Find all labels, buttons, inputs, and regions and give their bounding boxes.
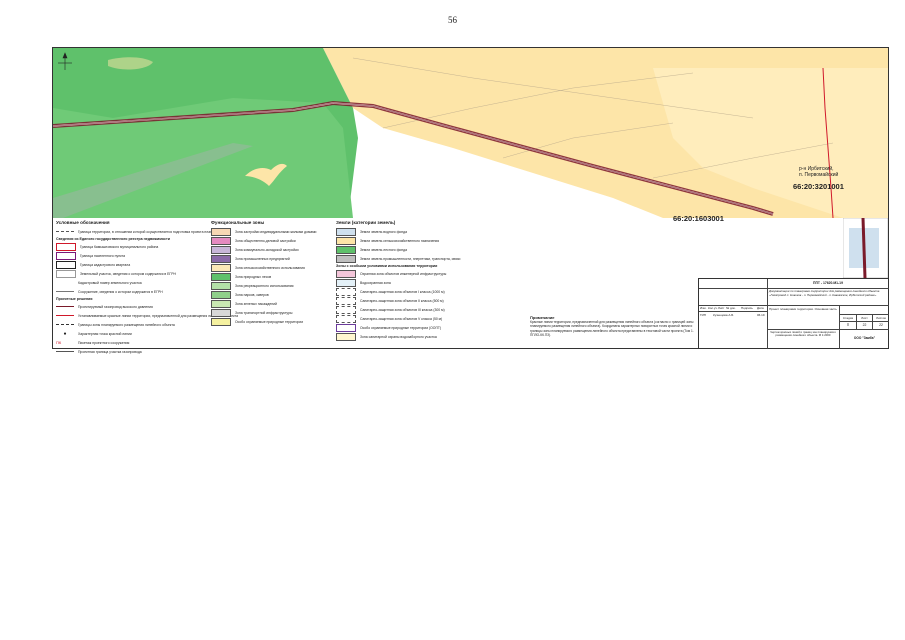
legend-sub-project: Проектные решения [56, 297, 93, 301]
title-block: ППТ - 17620.М1-19 Документация по планир… [698, 278, 889, 349]
legend-item: Зона сельскохозяйственного использования [211, 263, 331, 272]
legend-item: Зона коммунально-складской застройки [211, 245, 331, 254]
locality-label: р-н Ирбитский, п. Первомайский [799, 166, 838, 178]
company-name: ООО "Замба" [853, 336, 876, 340]
legend-item: Граница кадастрового квартала [56, 260, 206, 269]
legend-item: ПК Пикетаж проектного сооружения [56, 339, 130, 345]
legend-item: Санитарно-защитная зона объектов III кла… [336, 305, 526, 314]
legend-item: Зона промышленных предприятий [211, 254, 331, 263]
legend-item: Зона природных лесов [211, 272, 331, 281]
legend-item: Зона рекреационного использования [211, 281, 331, 290]
legend-item: Граница территории, в отношении которой … [56, 227, 223, 236]
legend-col-3: Земли (категории земель) Земли земель во… [336, 220, 526, 341]
legend-item: Земли земель сельскохозяйственного назна… [336, 236, 526, 245]
legend-zones-head: Функциональные зоны [211, 220, 265, 225]
header-doc: № док. [726, 306, 736, 310]
gip-label: ГИП [700, 313, 706, 317]
legend-item: Зона застройки индивидуальными жилыми до… [211, 227, 331, 236]
drawing-sheet: 66:20:1603001 66:20:3201001 р-н Ирбитски… [52, 47, 889, 354]
stage-header: Стадия [842, 316, 854, 320]
header-date: Дата [757, 306, 764, 310]
legend-item: Зона парков, скверов [211, 290, 331, 299]
legend-item: Кадастровый номер земельного участка [78, 280, 142, 285]
header-list: Лист [718, 306, 725, 310]
detail-inset [843, 218, 888, 278]
sheets-value: 22 [879, 323, 883, 327]
project-name: Документация по планировке территории дл… [769, 289, 880, 297]
sheet-header: Лист [861, 316, 868, 320]
legend-item: Граница Камышловского муниципального рай… [56, 242, 206, 251]
planning-map [53, 48, 888, 218]
header-sign: Подпись [741, 306, 753, 310]
legend-item: Земли земель промышленности, энергетики,… [336, 254, 526, 263]
map-legend: Условные обозначения Граница территории,… [53, 218, 700, 354]
legend-item: Зона зеленых насаждений [211, 299, 331, 308]
legend-item: ● Характерная точка красной линии [63, 330, 132, 337]
legend-item: Границы зоны планируемого размещения лин… [56, 320, 206, 329]
sheet-title: Проект планировки территории. Основная ч… [769, 307, 837, 311]
legend-col-1: Условные обозначения Граница территории,… [56, 220, 238, 356]
legend-item: Земельный участок, сведения о котором со… [56, 269, 206, 278]
cadastral-label-1: 66:20:3201001 [793, 182, 844, 191]
project-code: ППТ - 17620.М1-19 [813, 281, 843, 285]
sheet-value: 22 [862, 323, 867, 327]
stage-value: П [846, 323, 850, 327]
legend-item: Санитарно-защитная зона объектов II клас… [336, 296, 526, 305]
legend-sub-egrn: Сведения из Единого государственного рее… [56, 237, 170, 241]
locality-line-2: п. Первомайский [799, 172, 839, 178]
legend-item: Земли земель лесного фонда [336, 245, 526, 254]
legend-item: Санитарно-защитная зона объектов I класс… [336, 287, 526, 296]
legend-title: Условные обозначения [56, 220, 110, 225]
header-izm: Изм. [700, 306, 707, 310]
legend-col-2: Функциональные зоны Зона застройки индив… [211, 220, 331, 326]
legend-item: Зона общественно-деловой застройки [211, 236, 331, 245]
legend-item: Проектная граница участка газопровода [56, 347, 206, 356]
drawing-title: Чертеж красных линий и границ зон планир… [770, 330, 836, 338]
legend-item: Водоохранная зона [336, 278, 526, 287]
legend-item: Охранная зона объектов инженерной инфрас… [336, 269, 526, 278]
legend-item: Земли земель водного фонда [336, 227, 526, 236]
legend-sub-zouit: Зоны с особыми условиями использования т… [336, 264, 438, 268]
legend-lands-head: Земли (категории земель) [336, 220, 396, 225]
legend-item: Зона транспортной инфраструктуры [211, 308, 331, 317]
sheets-header: Листов [876, 316, 886, 320]
legend-item: Особо охраняемые природные территории (О… [336, 323, 526, 332]
legend-item: Санитарно-защитная зона объектов V класс… [336, 314, 526, 323]
notes-text: Красные линии территории, предназначенно… [530, 320, 694, 337]
legend-item: Сооружение, сведения о котором содержатс… [56, 287, 206, 296]
legend-item: Граница населенного пункта [56, 251, 206, 260]
page-number: 56 [448, 15, 457, 25]
header-kol: Кол.уч. [708, 306, 718, 310]
legend-item: Особо охраняемые природные территории [211, 317, 331, 326]
author-date: 06.19 [757, 313, 765, 317]
legend-item: Зона санитарной охраны водозаборного уча… [336, 332, 526, 341]
notes: Примечание Красные линии территории, пре… [530, 315, 700, 337]
legend-item: Устанавливаемые красные линии территории… [56, 311, 238, 320]
legend-item: Проектируемый газопровод высокого давлен… [56, 302, 206, 311]
author-name: Кузнецова А.Б. [713, 313, 734, 317]
